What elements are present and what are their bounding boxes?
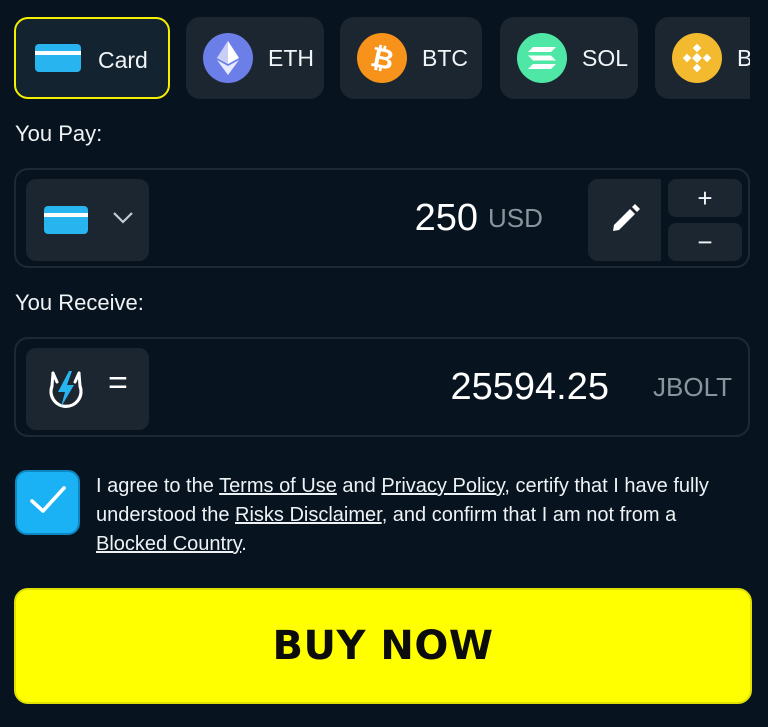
receive-amount: 25594.25 bbox=[450, 366, 610, 408]
agreement-text-part: and bbox=[336, 475, 382, 497]
tab-label: BTC bbox=[422, 45, 468, 71]
bitcoin-icon: ₿ bbox=[357, 33, 407, 83]
receive-currency: JBOLT bbox=[653, 372, 732, 402]
risks-disclaimer-link[interactable]: Risks Disclaimer bbox=[235, 504, 382, 526]
tab-bnb[interactable]: B bbox=[655, 17, 750, 99]
agreement-text-part: . bbox=[241, 533, 247, 555]
jbolt-token-icon bbox=[43, 365, 89, 418]
receive-token-box: = bbox=[26, 348, 149, 430]
checkmark-icon bbox=[29, 485, 67, 520]
tab-sol[interactable]: SOL bbox=[500, 17, 638, 99]
pencil-icon bbox=[608, 201, 642, 240]
equals-sign: = bbox=[108, 364, 128, 402]
blocked-country-link[interactable]: Blocked Country bbox=[96, 533, 241, 555]
agreement-text: I agree to the Terms of Use and Privacy … bbox=[96, 472, 746, 559]
pay-panel: 250 USD + − bbox=[14, 168, 750, 268]
credit-card-icon bbox=[33, 33, 83, 83]
pay-currency: USD bbox=[488, 203, 543, 233]
buy-now-button[interactable]: BUY NOW bbox=[14, 588, 752, 704]
pay-method-dropdown[interactable] bbox=[26, 179, 149, 261]
tab-label: B bbox=[737, 45, 750, 71]
chevron-down-icon bbox=[112, 211, 134, 230]
tab-card[interactable]: Card bbox=[14, 17, 170, 99]
tab-label: Card bbox=[98, 47, 148, 73]
receive-panel: = 25594.25 JBOLT bbox=[14, 337, 750, 437]
terms-of-use-link[interactable]: Terms of Use bbox=[219, 475, 337, 497]
buy-now-label: BUY NOW bbox=[272, 623, 494, 669]
increment-button[interactable]: + bbox=[668, 179, 742, 217]
agreement-text-part: I agree to the bbox=[96, 475, 220, 497]
tab-label: SOL bbox=[582, 45, 629, 71]
bnb-icon bbox=[672, 33, 722, 83]
ethereum-icon bbox=[203, 33, 253, 83]
tab-btc[interactable]: ₿ BTC bbox=[340, 17, 482, 99]
privacy-policy-link[interactable]: Privacy Policy bbox=[381, 475, 504, 497]
tab-eth[interactable]: ETH bbox=[186, 17, 324, 99]
payment-method-tabs: Card ETH ₿ BTC SOL B bbox=[14, 17, 750, 99]
agreement-text-part: , and confirm that I am not from a bbox=[381, 504, 677, 526]
solana-icon bbox=[517, 33, 567, 83]
agree-checkbox[interactable] bbox=[15, 470, 80, 535]
credit-card-icon bbox=[43, 204, 89, 241]
you-pay-label: You Pay: bbox=[15, 121, 103, 146]
tab-label: ETH bbox=[268, 45, 314, 71]
pay-amount-input[interactable]: 250 bbox=[166, 170, 478, 266]
decrement-button[interactable]: − bbox=[668, 223, 742, 261]
you-receive-label: You Receive: bbox=[15, 290, 144, 315]
edit-amount-button[interactable] bbox=[588, 179, 661, 261]
